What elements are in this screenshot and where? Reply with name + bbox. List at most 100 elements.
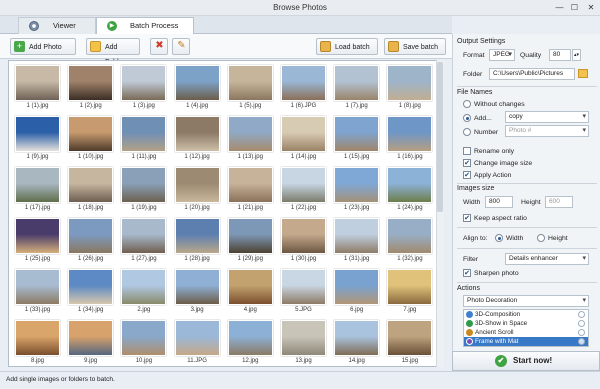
thumbnail-image[interactable] [121, 320, 167, 356]
thumbnail-image[interactable] [68, 167, 114, 203]
actions-list[interactable]: 3D-Composition 3D-Show in Space Ancient … [463, 309, 589, 347]
thumbnail-image[interactable] [281, 218, 326, 254]
thumbnail-item[interactable]: 1 (13).jpg [224, 114, 277, 164]
thumbnail-image[interactable] [227, 320, 273, 356]
thumbnail-item[interactable]: 8.jpg [11, 318, 64, 366]
thumbnail-item[interactable]: 1 (9).jpg [11, 114, 64, 164]
thumbnail-image[interactable] [281, 269, 326, 305]
action-toggle-icon[interactable] [578, 338, 585, 345]
filter-select[interactable]: Details enhancer [505, 253, 589, 265]
thumbnail-item[interactable]: 1 (30).jpg [277, 216, 330, 266]
quality-input[interactable]: 80 [549, 49, 571, 61]
sharpen-checkbox[interactable]: ✔ [463, 269, 471, 277]
tab-batch-process[interactable]: ▶ Batch Process [96, 17, 194, 35]
thumbnail-item[interactable]: 1 (12).jpg [171, 114, 224, 164]
thumbnail-image[interactable] [174, 65, 220, 101]
thumbnail-image[interactable] [334, 65, 380, 101]
browse-folder-icon[interactable] [578, 69, 588, 78]
thumbnail-image[interactable] [334, 116, 380, 152]
action-toggle-icon[interactable] [578, 320, 585, 327]
action-toggle-icon[interactable] [578, 329, 585, 336]
thumbnail-grid[interactable]: 1 (1).jpg 1 (2).jpg 1 (3).jpg 1 (4).jpg 1 (5… [8, 60, 444, 367]
thumbnail-image[interactable] [15, 116, 60, 152]
thumbnail-image[interactable] [121, 269, 167, 305]
thumbnail-image[interactable] [227, 65, 273, 101]
number-radio[interactable] [463, 128, 471, 136]
thumbnail-image[interactable] [281, 320, 326, 356]
thumbnail-image[interactable] [227, 269, 273, 305]
thumbnail-item[interactable]: 1 (2).jpg [64, 63, 117, 113]
thumbnail-image[interactable] [387, 65, 433, 101]
thumbnail-item[interactable]: 1 (20).jpg [171, 165, 224, 215]
add-folder-button[interactable]: Add Folder [86, 38, 140, 66]
thumbnail-item[interactable]: 1 (17).jpg [11, 165, 64, 215]
thumbnail-item[interactable]: 15.jpg [383, 318, 436, 366]
thumbnail-item[interactable]: 1 (26).jpg [64, 216, 117, 266]
width-input[interactable]: 800 [485, 196, 513, 208]
without-changes-radio[interactable] [463, 100, 471, 108]
thumbnail-item[interactable]: 7.jpg [383, 267, 436, 317]
thumbnail-item[interactable]: 1 (11).jpg [117, 114, 170, 164]
thumbnail-item[interactable]: 1 (33).jpg [11, 267, 64, 317]
thumbnail-item[interactable]: 1 (27).jpg [117, 216, 170, 266]
thumbnail-item[interactable]: 1 (24).jpg [383, 165, 436, 215]
action-item[interactable]: Ancient Scroll [464, 328, 588, 337]
thumbnail-image[interactable] [15, 65, 60, 101]
thumbnail-image[interactable] [174, 116, 220, 152]
thumbnail-image[interactable] [174, 218, 220, 254]
thumbnail-item[interactable]: 11.JPG [171, 318, 224, 366]
thumbnail-item[interactable]: 14.jpg [330, 318, 383, 366]
thumbnail-item[interactable]: 1 (25).jpg [11, 216, 64, 266]
thumbnail-item[interactable]: 1 (5).jpg [224, 63, 277, 113]
action-item-selected[interactable]: Frame with Mat [464, 337, 588, 346]
thumbnail-image[interactable] [227, 218, 273, 254]
thumbnail-item[interactable]: 9.jpg [64, 318, 117, 366]
thumbnail-item[interactable]: 1 (21).jpg [224, 165, 277, 215]
thumbnail-image[interactable] [387, 269, 433, 305]
thumbnail-image[interactable] [387, 320, 433, 356]
thumbnail-item[interactable]: 1 (34).jpg [64, 267, 117, 317]
thumbnail-item[interactable]: 10.jpg [117, 318, 170, 366]
thumbnail-item[interactable]: 1 (31).jpg [330, 216, 383, 266]
load-batch-button[interactable]: Load batch [316, 38, 378, 55]
thumbnail-item[interactable]: 1 (10).jpg [64, 114, 117, 164]
rename-only-checkbox[interactable] [463, 147, 471, 155]
close-icon[interactable]: ✕ [582, 0, 600, 15]
thumbnail-image[interactable] [68, 65, 114, 101]
thumbnail-image[interactable] [68, 269, 114, 305]
thumbnail-item[interactable]: 1 (3).jpg [117, 63, 170, 113]
thumbnail-image[interactable] [281, 167, 326, 203]
remove-button[interactable]: ✖ [150, 38, 168, 55]
thumbnail-image[interactable] [15, 269, 60, 305]
thumbnail-item[interactable]: 1 (22).jpg [277, 165, 330, 215]
thumbnail-item[interactable]: 1 (7).jpg [330, 63, 383, 113]
thumbnail-image[interactable] [121, 167, 167, 203]
thumbnail-image[interactable] [387, 116, 433, 152]
add-radio[interactable] [463, 114, 471, 122]
thumbnail-image[interactable] [334, 218, 380, 254]
thumbnail-image[interactable] [334, 320, 380, 356]
thumbnail-image[interactable] [174, 269, 220, 305]
action-item[interactable]: 3D-Composition [464, 310, 588, 319]
keep-aspect-checkbox[interactable]: ✔ [463, 214, 471, 222]
number-template-input[interactable]: Photo # [505, 125, 589, 137]
thumbnail-image[interactable] [334, 269, 380, 305]
minimize-icon[interactable]: — [552, 0, 567, 15]
clear-button[interactable]: ✎ [172, 38, 190, 55]
add-suffix-input[interactable]: copy [505, 111, 589, 123]
thumbnail-item[interactable]: 1 (29).jpg [224, 216, 277, 266]
height-input[interactable]: 600 [545, 196, 573, 208]
thumbnail-item[interactable]: 4.jpg [224, 267, 277, 317]
thumbnail-item[interactable]: 6.jpg [330, 267, 383, 317]
maximize-icon[interactable]: ☐ [567, 0, 582, 15]
thumbnail-image[interactable] [387, 218, 433, 254]
thumbnail-item[interactable]: 13.jpg [277, 318, 330, 366]
thumbnail-image[interactable] [68, 116, 114, 152]
thumbnail-image[interactable] [121, 218, 167, 254]
thumbnail-image[interactable] [174, 320, 220, 356]
thumbnail-image[interactable] [281, 116, 326, 152]
grid-scroll-thumb[interactable] [437, 62, 443, 212]
thumbnail-item[interactable]: 1 (4).jpg [171, 63, 224, 113]
thumbnail-image[interactable] [334, 167, 380, 203]
add-photo-button[interactable]: + Add Photo [10, 38, 76, 55]
